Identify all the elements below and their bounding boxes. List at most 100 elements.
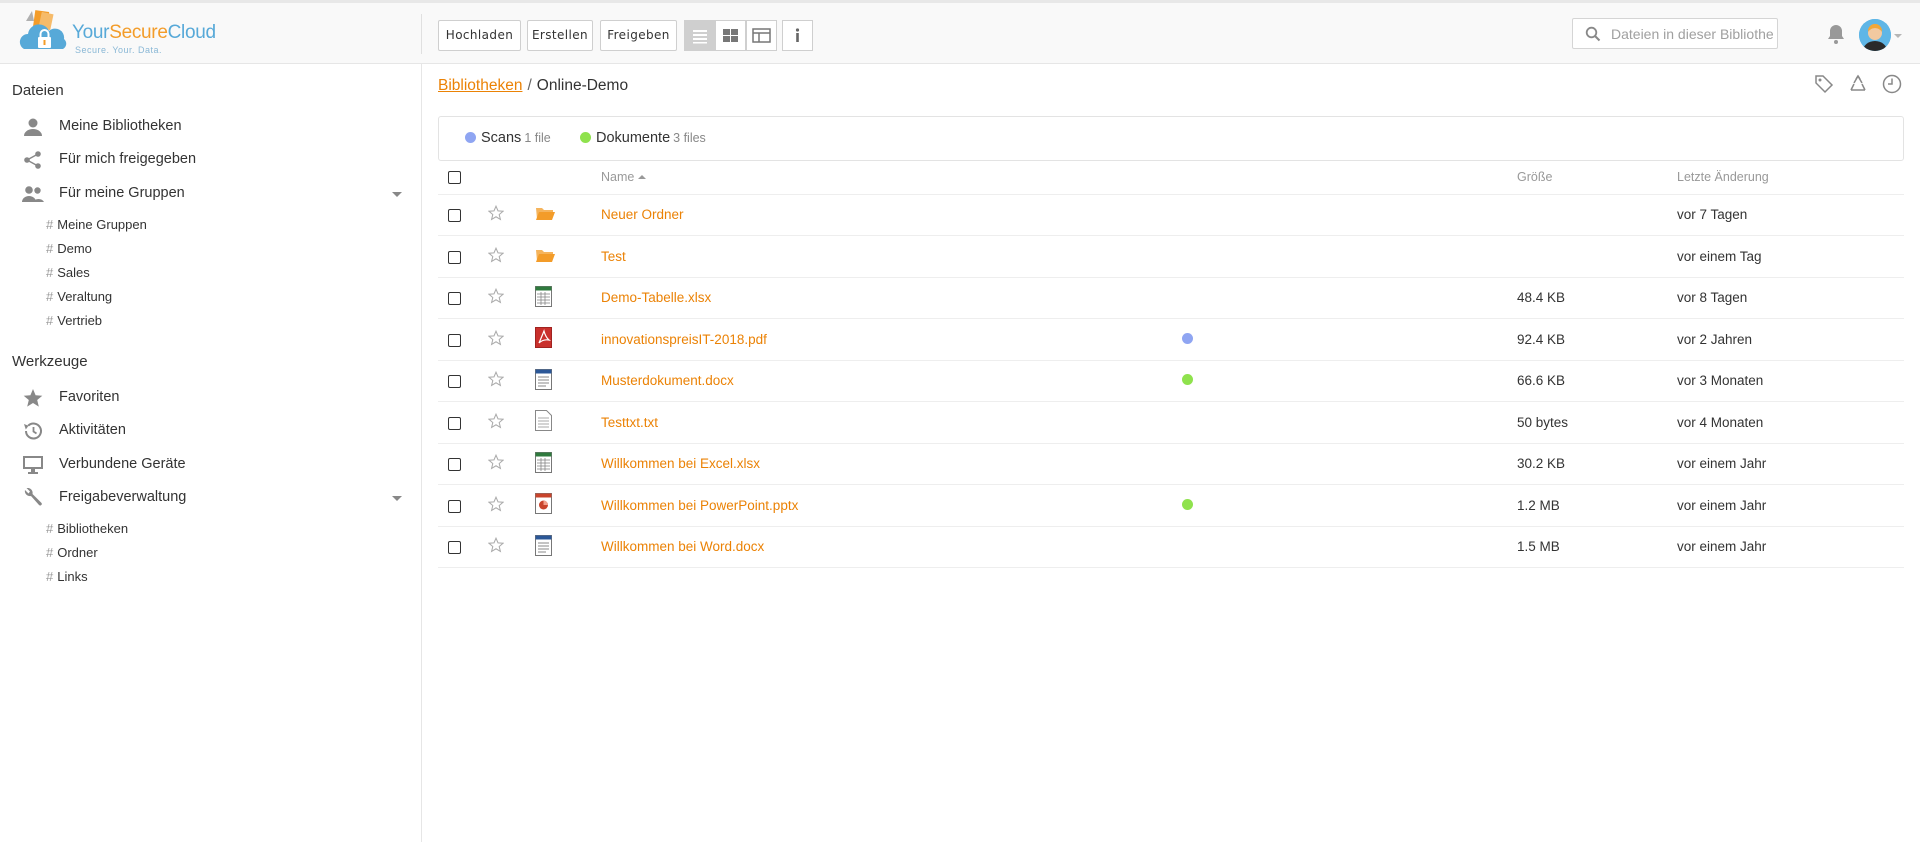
sidebar-item-favorites[interactable]: Favoriten [0, 383, 422, 413]
chevron-down-icon[interactable] [392, 192, 402, 197]
row-modified: vor einem Jahr [1677, 443, 1904, 485]
table-row[interactable]: Demo-Tabelle.xlsx 48.4 KB vor 8 Tagen [438, 277, 1904, 319]
row-size [1517, 194, 1677, 236]
table-row[interactable]: Test vor einem Tag [438, 235, 1904, 278]
row-icon-cell [535, 277, 601, 319]
file-name-link[interactable]: innovationspreisIT-2018.pdf [601, 332, 767, 347]
row-checkbox[interactable] [448, 541, 461, 555]
file-name-link[interactable]: Test [601, 249, 626, 264]
row-checkbox[interactable] [448, 416, 461, 430]
tag-icon[interactable] [1814, 74, 1834, 94]
row-checkbox[interactable] [448, 499, 461, 513]
table-row[interactable]: Willkommen bei Word.docx 1.5 MB vor einem … [438, 526, 1904, 568]
share-button[interactable]: Freigeben [600, 20, 677, 51]
row-name-cell: Testtxt.txt [601, 401, 1165, 444]
pdf-file-icon [535, 327, 552, 349]
clock-icon[interactable] [1882, 74, 1902, 94]
row-modified: vor 7 Tagen [1677, 194, 1904, 236]
logo-slogan: Secure. Your. Data. [75, 45, 163, 55]
row-name-cell: Neuer Ordner [601, 194, 1165, 236]
sidebar-item-my-libraries[interactable]: Meine Bibliotheken [0, 112, 422, 142]
sidebar-share-admin-item[interactable]: # Links [46, 569, 88, 589]
tag-scans[interactable]: Scans 1 file [465, 130, 551, 146]
select-all-checkbox[interactable] [448, 171, 461, 185]
file-name-link[interactable]: Demo-Tabelle.xlsx [601, 290, 711, 305]
info-button[interactable] [782, 20, 813, 51]
row-tag-cell [1165, 194, 1517, 236]
sidebar-group-item[interactable]: # Sales [46, 265, 90, 285]
sidebar-item-share-admin[interactable]: Freigabeverwaltung [0, 483, 422, 513]
avatar[interactable] [1859, 19, 1891, 51]
table-row[interactable]: Testtxt.txt 50 bytes vor 4 Monaten [438, 401, 1904, 444]
bell-icon[interactable] [1827, 23, 1845, 45]
sidebar-item-activities[interactable]: Aktivitäten [0, 416, 422, 446]
table-row[interactable]: Musterdokument.docx 66.6 KB vor 3 Monaten [438, 360, 1904, 402]
table-row[interactable]: Willkommen bei Excel.xlsx 30.2 KB vor eine… [438, 443, 1904, 485]
row-icon-cell [535, 360, 601, 402]
table-row[interactable]: Neuer Ordner vor 7 Tagen [438, 194, 1904, 236]
sidebar-group-item[interactable]: # Demo [46, 241, 92, 261]
user-menu-caret-icon[interactable] [1894, 34, 1902, 38]
file-name-link[interactable]: Testtxt.txt [601, 415, 658, 430]
row-checkbox-cell [438, 277, 485, 319]
row-checkbox[interactable] [448, 458, 461, 472]
file-name-link[interactable]: Willkommen bei Word.docx [601, 539, 764, 554]
table-row[interactable]: innovationspreisIT-2018.pdf 92.4 KB vor 2 … [438, 318, 1904, 361]
row-checkbox[interactable] [448, 292, 461, 306]
header-size[interactable]: Größe [1517, 161, 1677, 195]
header-icon-cell [535, 161, 601, 195]
star-outline-icon[interactable] [487, 205, 505, 221]
row-checkbox[interactable] [448, 333, 461, 347]
sidebar-group-item[interactable]: # Veraltung [46, 289, 112, 309]
row-checkbox[interactable] [448, 250, 461, 264]
star-outline-icon[interactable] [487, 371, 505, 387]
create-button[interactable]: Erstellen [527, 20, 593, 51]
star-outline-icon[interactable] [487, 246, 505, 263]
sidebar-item-for-my-groups[interactable]: Für meine Gruppen [0, 179, 422, 209]
folder-icon [536, 208, 555, 221]
star-outline-icon[interactable] [487, 329, 505, 346]
star-outline-icon[interactable] [487, 537, 505, 553]
header-checkbox-cell [438, 161, 485, 195]
sidebar-share-admin-item[interactable]: # Ordner [46, 545, 98, 565]
sidebar-item-linked-devices[interactable]: Verbundene Geräte [0, 450, 422, 480]
list-view-button[interactable] [684, 20, 715, 51]
sidebar-group-item[interactable]: # Meine Gruppen [46, 217, 147, 237]
star-outline-icon[interactable] [487, 412, 505, 429]
chevron-down-icon[interactable] [392, 496, 402, 501]
row-tag-cell [1165, 401, 1517, 444]
star-outline-icon[interactable] [487, 454, 505, 470]
file-name-link[interactable]: Neuer Ordner [601, 207, 684, 222]
table-row[interactable]: Willkommen bei PowerPoint.pptx 1.2 MB vor … [438, 484, 1904, 527]
file-name-link[interactable]: Willkommen bei PowerPoint.pptx [601, 498, 798, 513]
header-modified[interactable]: Letzte Änderung [1677, 161, 1904, 195]
search-box[interactable] [1572, 18, 1778, 49]
file-tag-dot [1182, 332, 1193, 344]
row-star-cell [485, 235, 535, 278]
star-outline-icon[interactable] [487, 495, 505, 512]
excel-file-icon [535, 285, 552, 307]
wrench-icon [24, 488, 42, 506]
sidebar-item-shared-with-me[interactable]: Für mich freigegeben [0, 145, 422, 175]
breadcrumb-libraries-link[interactable]: Bibliotheken [438, 77, 522, 94]
search-input[interactable] [1611, 24, 1773, 44]
row-checkbox[interactable] [448, 209, 461, 223]
sidebar-share-admin-item[interactable]: # Bibliotheken [46, 521, 128, 541]
file-name-link[interactable]: Willkommen bei Excel.xlsx [601, 456, 760, 471]
star-outline-icon[interactable] [487, 288, 505, 304]
file-name-link[interactable]: Musterdokument.docx [601, 373, 734, 388]
tag-documents[interactable]: Dokumente 3 files [580, 130, 706, 146]
row-modified: vor 8 Tagen [1677, 277, 1904, 319]
header-name[interactable]: Name [601, 161, 1165, 195]
logo[interactable]: YourSecureCloud Secure. Your. Data. [18, 9, 218, 61]
word-file-icon [535, 534, 552, 556]
user-icon [24, 118, 42, 136]
row-checkbox-cell [438, 443, 485, 485]
upload-button[interactable]: Hochladen [438, 20, 521, 51]
sidebar-group-item[interactable]: # Vertrieb [46, 313, 102, 333]
row-checkbox[interactable] [448, 375, 461, 389]
grid-view-button[interactable] [715, 20, 746, 51]
column-view-button[interactable] [746, 20, 777, 51]
recycle-icon[interactable] [1848, 74, 1868, 94]
folder-icon [536, 249, 555, 262]
